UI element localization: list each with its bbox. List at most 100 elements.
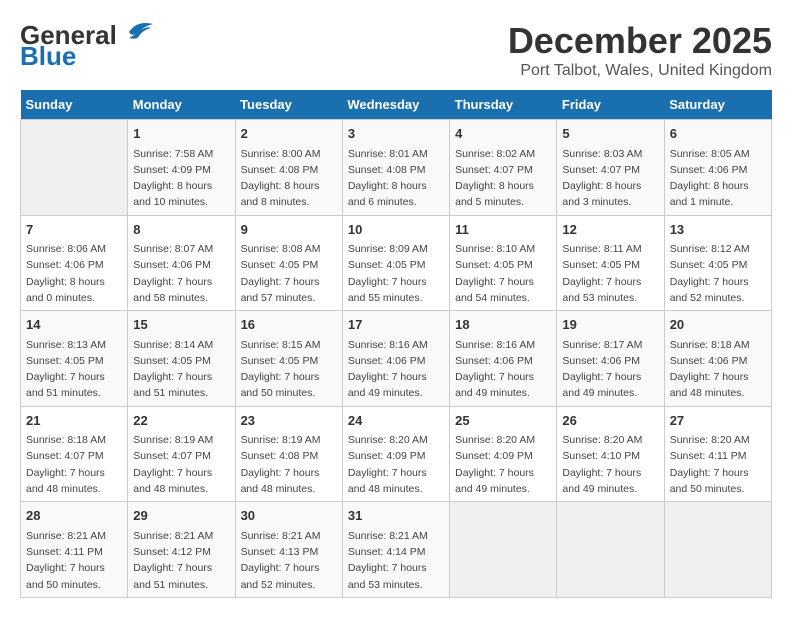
day-number: 12	[562, 220, 658, 240]
header-wednesday: Wednesday	[342, 90, 449, 120]
day-cell: 22Sunrise: 8:19 AMSunset: 4:07 PMDayligh…	[128, 406, 235, 502]
day-cell: 20Sunrise: 8:18 AMSunset: 4:06 PMDayligh…	[664, 311, 771, 407]
day-cell: 18Sunrise: 8:16 AMSunset: 4:06 PMDayligh…	[450, 311, 557, 407]
day-info: Sunrise: 8:00 AMSunset: 4:08 PMDaylight:…	[241, 146, 337, 211]
day-number: 17	[348, 315, 444, 335]
day-info: Sunrise: 8:17 AMSunset: 4:06 PMDaylight:…	[562, 337, 658, 402]
day-cell: 26Sunrise: 8:20 AMSunset: 4:10 PMDayligh…	[557, 406, 664, 502]
day-cell: 25Sunrise: 8:20 AMSunset: 4:09 PMDayligh…	[450, 406, 557, 502]
day-info: Sunrise: 8:16 AMSunset: 4:06 PMDaylight:…	[455, 337, 551, 402]
day-cell: 19Sunrise: 8:17 AMSunset: 4:06 PMDayligh…	[557, 311, 664, 407]
day-cell: 27Sunrise: 8:20 AMSunset: 4:11 PMDayligh…	[664, 406, 771, 502]
day-info: Sunrise: 7:58 AMSunset: 4:09 PMDaylight:…	[133, 146, 229, 211]
header-friday: Friday	[557, 90, 664, 120]
day-info: Sunrise: 8:08 AMSunset: 4:05 PMDaylight:…	[241, 241, 337, 306]
day-info: Sunrise: 8:20 AMSunset: 4:09 PMDaylight:…	[348, 432, 444, 497]
day-cell: 11Sunrise: 8:10 AMSunset: 4:05 PMDayligh…	[450, 215, 557, 311]
week-row-2: 7Sunrise: 8:06 AMSunset: 4:06 PMDaylight…	[21, 215, 772, 311]
header-tuesday: Tuesday	[235, 90, 342, 120]
day-info: Sunrise: 8:21 AMSunset: 4:13 PMDaylight:…	[241, 528, 337, 593]
day-number: 25	[455, 411, 551, 431]
day-info: Sunrise: 8:15 AMSunset: 4:05 PMDaylight:…	[241, 337, 337, 402]
day-info: Sunrise: 8:21 AMSunset: 4:14 PMDaylight:…	[348, 528, 444, 593]
day-info: Sunrise: 8:19 AMSunset: 4:08 PMDaylight:…	[241, 432, 337, 497]
day-number: 13	[670, 220, 766, 240]
header-saturday: Saturday	[664, 90, 771, 120]
day-info: Sunrise: 8:20 AMSunset: 4:11 PMDaylight:…	[670, 432, 766, 497]
day-info: Sunrise: 8:03 AMSunset: 4:07 PMDaylight:…	[562, 146, 658, 211]
day-number: 31	[348, 506, 444, 526]
main-title: December 2025	[508, 20, 772, 62]
day-number: 28	[26, 506, 122, 526]
day-number: 23	[241, 411, 337, 431]
day-number: 15	[133, 315, 229, 335]
day-info: Sunrise: 8:11 AMSunset: 4:05 PMDaylight:…	[562, 241, 658, 306]
day-cell: 1Sunrise: 7:58 AMSunset: 4:09 PMDaylight…	[128, 120, 235, 216]
title-block: December 2025 Port Talbot, Wales, United…	[508, 20, 772, 80]
day-info: Sunrise: 8:01 AMSunset: 4:08 PMDaylight:…	[348, 146, 444, 211]
day-cell: 5Sunrise: 8:03 AMSunset: 4:07 PMDaylight…	[557, 120, 664, 216]
day-cell: 28Sunrise: 8:21 AMSunset: 4:11 PMDayligh…	[21, 502, 128, 598]
calendar-header-row: SundayMondayTuesdayWednesdayThursdayFrid…	[21, 90, 772, 120]
day-number: 14	[26, 315, 122, 335]
day-cell: 7Sunrise: 8:06 AMSunset: 4:06 PMDaylight…	[21, 215, 128, 311]
day-info: Sunrise: 8:20 AMSunset: 4:10 PMDaylight:…	[562, 432, 658, 497]
day-cell	[21, 120, 128, 216]
day-info: Sunrise: 8:07 AMSunset: 4:06 PMDaylight:…	[133, 241, 229, 306]
day-number: 6	[670, 124, 766, 144]
logo: General Blue	[20, 20, 155, 72]
day-number: 1	[133, 124, 229, 144]
header-thursday: Thursday	[450, 90, 557, 120]
header-sunday: Sunday	[21, 90, 128, 120]
week-row-3: 14Sunrise: 8:13 AMSunset: 4:05 PMDayligh…	[21, 311, 772, 407]
week-row-5: 28Sunrise: 8:21 AMSunset: 4:11 PMDayligh…	[21, 502, 772, 598]
day-cell: 14Sunrise: 8:13 AMSunset: 4:05 PMDayligh…	[21, 311, 128, 407]
day-info: Sunrise: 8:05 AMSunset: 4:06 PMDaylight:…	[670, 146, 766, 211]
page-header: General Blue December 2025 Port Talbot, …	[20, 20, 772, 80]
day-info: Sunrise: 8:21 AMSunset: 4:12 PMDaylight:…	[133, 528, 229, 593]
day-info: Sunrise: 8:10 AMSunset: 4:05 PMDaylight:…	[455, 241, 551, 306]
day-number: 3	[348, 124, 444, 144]
day-cell	[664, 502, 771, 598]
day-number: 8	[133, 220, 229, 240]
day-cell: 17Sunrise: 8:16 AMSunset: 4:06 PMDayligh…	[342, 311, 449, 407]
day-number: 5	[562, 124, 658, 144]
day-number: 27	[670, 411, 766, 431]
day-number: 11	[455, 220, 551, 240]
day-number: 2	[241, 124, 337, 144]
day-info: Sunrise: 8:20 AMSunset: 4:09 PMDaylight:…	[455, 432, 551, 497]
day-number: 9	[241, 220, 337, 240]
calendar-table: SundayMondayTuesdayWednesdayThursdayFrid…	[20, 90, 772, 598]
day-info: Sunrise: 8:19 AMSunset: 4:07 PMDaylight:…	[133, 432, 229, 497]
day-cell	[450, 502, 557, 598]
day-info: Sunrise: 8:21 AMSunset: 4:11 PMDaylight:…	[26, 528, 122, 593]
day-cell: 6Sunrise: 8:05 AMSunset: 4:06 PMDaylight…	[664, 120, 771, 216]
day-cell: 2Sunrise: 8:00 AMSunset: 4:08 PMDaylight…	[235, 120, 342, 216]
day-number: 10	[348, 220, 444, 240]
header-monday: Monday	[128, 90, 235, 120]
day-number: 4	[455, 124, 551, 144]
logo-blue: Blue	[20, 41, 76, 72]
day-cell: 21Sunrise: 8:18 AMSunset: 4:07 PMDayligh…	[21, 406, 128, 502]
day-cell: 16Sunrise: 8:15 AMSunset: 4:05 PMDayligh…	[235, 311, 342, 407]
day-cell: 9Sunrise: 8:08 AMSunset: 4:05 PMDaylight…	[235, 215, 342, 311]
day-cell: 10Sunrise: 8:09 AMSunset: 4:05 PMDayligh…	[342, 215, 449, 311]
day-cell	[557, 502, 664, 598]
day-info: Sunrise: 8:18 AMSunset: 4:06 PMDaylight:…	[670, 337, 766, 402]
day-info: Sunrise: 8:12 AMSunset: 4:05 PMDaylight:…	[670, 241, 766, 306]
week-row-1: 1Sunrise: 7:58 AMSunset: 4:09 PMDaylight…	[21, 120, 772, 216]
day-number: 19	[562, 315, 658, 335]
day-number: 18	[455, 315, 551, 335]
day-info: Sunrise: 8:06 AMSunset: 4:06 PMDaylight:…	[26, 241, 122, 306]
day-number: 20	[670, 315, 766, 335]
day-cell: 8Sunrise: 8:07 AMSunset: 4:06 PMDaylight…	[128, 215, 235, 311]
day-info: Sunrise: 8:18 AMSunset: 4:07 PMDaylight:…	[26, 432, 122, 497]
day-number: 21	[26, 411, 122, 431]
day-number: 7	[26, 220, 122, 240]
day-number: 29	[133, 506, 229, 526]
day-cell: 12Sunrise: 8:11 AMSunset: 4:05 PMDayligh…	[557, 215, 664, 311]
day-cell: 13Sunrise: 8:12 AMSunset: 4:05 PMDayligh…	[664, 215, 771, 311]
day-cell: 24Sunrise: 8:20 AMSunset: 4:09 PMDayligh…	[342, 406, 449, 502]
day-cell: 4Sunrise: 8:02 AMSunset: 4:07 PMDaylight…	[450, 120, 557, 216]
day-info: Sunrise: 8:09 AMSunset: 4:05 PMDaylight:…	[348, 241, 444, 306]
